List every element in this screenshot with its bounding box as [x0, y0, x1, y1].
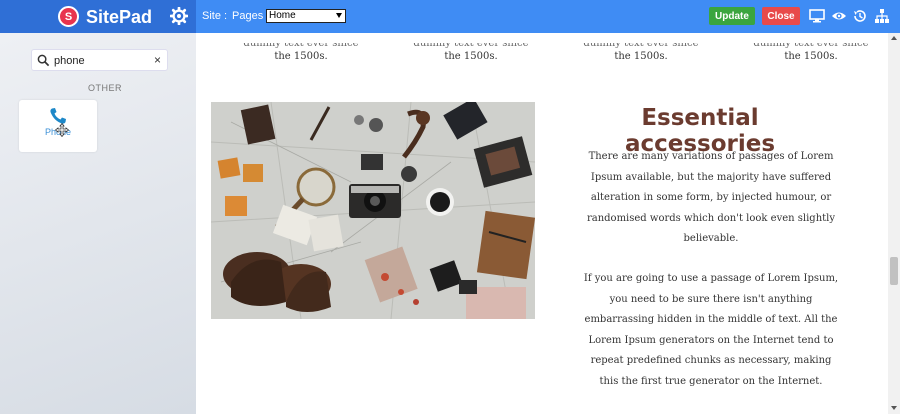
- pages-select-value: Home: [269, 10, 296, 21]
- editor-canvas[interactable]: dummy text ever since the 1500s. dummy t…: [196, 33, 888, 414]
- feature-text-line: the 1500s.: [784, 51, 838, 62]
- gear-icon[interactable]: [170, 7, 188, 25]
- move-cursor-icon: [55, 123, 69, 137]
- phone-widget[interactable]: Phone: [19, 100, 97, 152]
- scroll-thumb[interactable]: [890, 257, 898, 285]
- close-button[interactable]: Close: [762, 7, 800, 25]
- desktop-icon[interactable]: [809, 8, 825, 24]
- feature-text-1: dummy text ever since the 1500s.: [226, 43, 376, 65]
- feature-text-3: dummy text ever since the 1500s.: [566, 43, 716, 65]
- paragraph-2[interactable]: If you are going to use a passage of Lor…: [580, 269, 842, 392]
- widget-panel: × OTHER Phone: [0, 33, 196, 414]
- pages-label: Pages :: [232, 10, 270, 22]
- update-button[interactable]: Update: [709, 7, 755, 25]
- sitemap-icon[interactable]: [874, 8, 890, 24]
- history-icon[interactable]: [852, 8, 868, 24]
- feature-text-partial: dummy text ever since: [753, 43, 869, 49]
- clear-search-icon[interactable]: ×: [154, 53, 161, 67]
- feature-text-2: dummy text ever since the 1500s.: [396, 43, 546, 65]
- feature-text-line: the 1500s.: [614, 51, 668, 62]
- accessories-photo[interactable]: [211, 102, 535, 319]
- scroll-down-icon[interactable]: [891, 406, 897, 410]
- feature-text-partial: dummy text ever since: [413, 43, 529, 49]
- pages-select[interactable]: Home: [266, 9, 346, 23]
- sitepad-logo-icon: S: [58, 6, 79, 27]
- feature-text-line: the 1500s.: [444, 51, 498, 62]
- search-icon: [37, 54, 50, 67]
- eye-icon[interactable]: [831, 8, 847, 24]
- paragraph-1[interactable]: There are many variations of passages of…: [580, 147, 842, 250]
- top-toolbar: S SitePad Site : Pages : Home Update Clo…: [0, 0, 900, 33]
- feature-text-partial: dummy text ever since: [243, 43, 359, 49]
- widget-search: ×: [31, 49, 168, 71]
- brand-area: S SitePad: [0, 0, 196, 33]
- search-input[interactable]: [54, 54, 149, 68]
- feature-text-partial: dummy text ever since: [583, 43, 699, 49]
- caret-down-icon: [336, 13, 342, 18]
- feature-text-line: the 1500s.: [274, 51, 328, 62]
- feature-text-4: dummy text ever since the 1500s.: [736, 43, 886, 65]
- app-name: SitePad: [86, 7, 153, 27]
- section-label-other: OTHER: [88, 83, 122, 93]
- vertical-scrollbar[interactable]: [888, 33, 900, 414]
- scroll-up-icon[interactable]: [891, 36, 897, 40]
- site-label: Site :: [202, 10, 228, 22]
